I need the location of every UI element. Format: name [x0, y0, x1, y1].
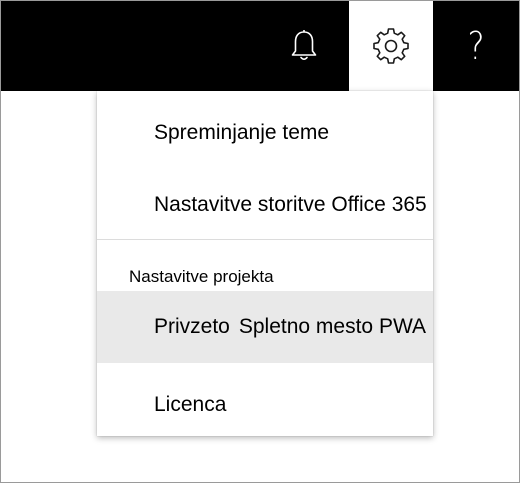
menu-item-label-prefix: Privzeto [154, 315, 230, 338]
menu-item-office365-settings[interactable]: Nastavitve storitve Office 365 [97, 173, 433, 237]
menu-item-label: Nastavitve storitve Office 365 [154, 193, 427, 216]
menu-item-change-theme[interactable]: Spreminjanje teme [97, 101, 433, 165]
question-icon: ? [467, 24, 485, 68]
top-navigation-bar: ? [1, 1, 519, 91]
settings-dropdown-menu: Spreminjanje teme Nastavitve storitve Of… [97, 91, 433, 436]
menu-item-label: Spreminjanje teme [154, 121, 330, 144]
menu-item-label: Licenca [154, 393, 227, 416]
help-button[interactable]: ? [433, 1, 519, 91]
section-title-project-settings: Nastavitve projekta [129, 267, 274, 286]
menu-item-license[interactable]: Licenca [97, 373, 433, 437]
bell-icon [291, 30, 317, 61]
menu-item-pwa-default-settings[interactable]: Privzeto Spletno mesto PWA [97, 291, 433, 363]
notifications-button[interactable] [263, 1, 345, 91]
menu-divider [97, 239, 433, 240]
menu-item-label-suffix: Spletno mesto PWA [238, 315, 426, 338]
gear-icon [373, 28, 409, 64]
settings-button[interactable] [349, 1, 433, 91]
window-frame: ? Spreminjanje teme Nastavitve storitve … [0, 0, 520, 483]
